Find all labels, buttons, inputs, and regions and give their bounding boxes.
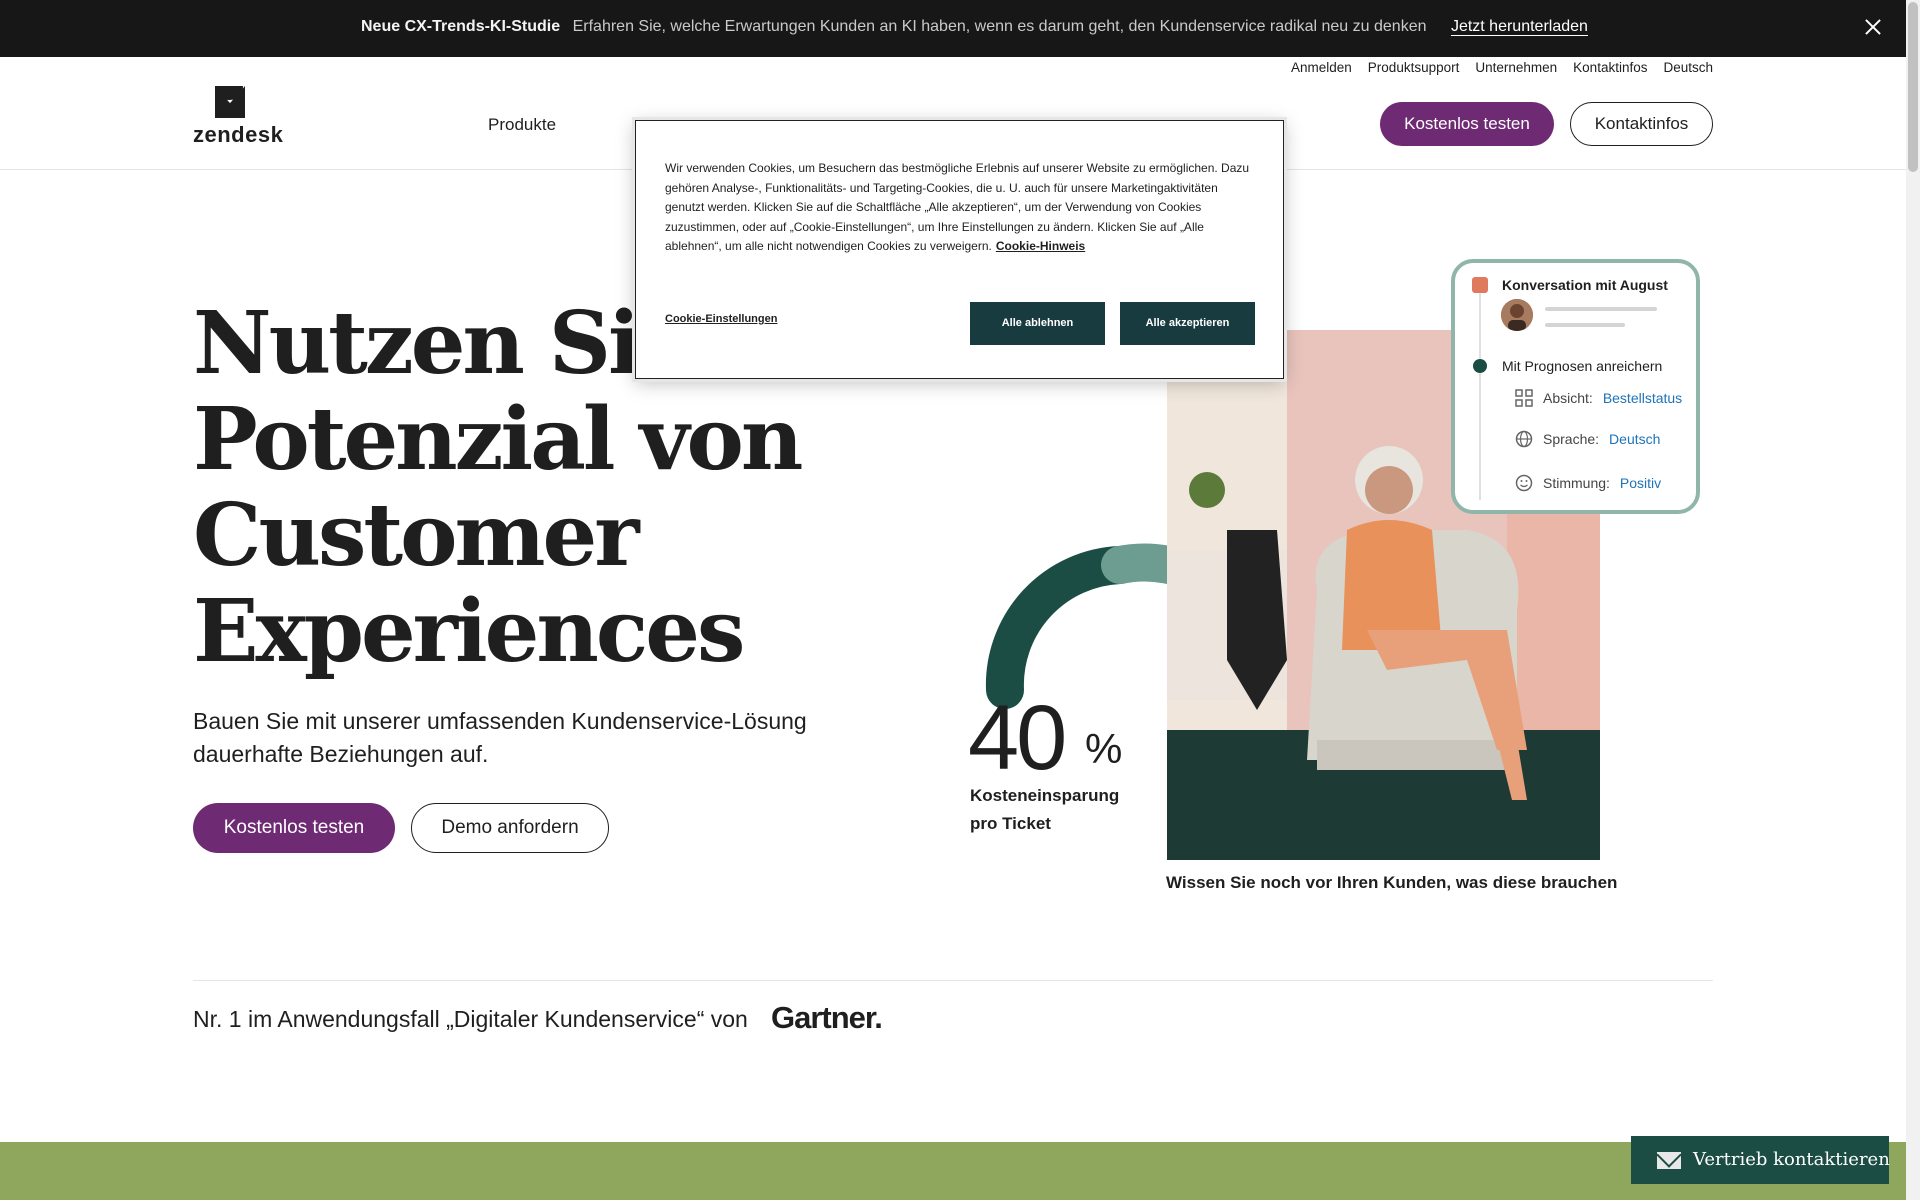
hero-subtitle: Bauen Sie mit unserer umfassenden Kunden…	[193, 708, 807, 767]
cookie-settings-button[interactable]: Cookie-Einstellungen	[665, 313, 777, 325]
header-contact-button[interactable]: Kontaktinfos	[1570, 102, 1713, 146]
scrollbar-thumb[interactable]	[1908, 2, 1918, 172]
announcement-banner: Neue CX-Trends-KI-Studie Erfahren Sie, w…	[0, 0, 1906, 57]
sentiment-row: Stimmung: Positiv	[1515, 474, 1661, 492]
gartner-statement: Nr. 1 im Anwendungsfall „Digitaler Kunde…	[193, 1006, 748, 1032]
zendesk-logo[interactable]: zendesk	[193, 85, 283, 147]
header-free-trial-button[interactable]: Kostenlos testen	[1380, 102, 1554, 146]
contact-sales-label: Vertrieb kontaktieren	[1693, 1149, 1890, 1170]
savings-number: 40	[968, 687, 1067, 789]
language-label: Sprache:	[1543, 431, 1600, 447]
banner-title: Neue CX-Trends-KI-Studie	[361, 18, 561, 35]
cookie-consent-dialog: Wir verwenden Cookies, um Besuchern das …	[635, 120, 1284, 379]
utility-nav: Anmelden Produktsupport Unternehmen Kont…	[1291, 60, 1713, 75]
enrich-label: Mit Prognosen anreichern	[1502, 358, 1663, 374]
conversation-card: Konversation mit August Mit Prognosen an…	[1451, 259, 1700, 514]
avatar	[1501, 299, 1533, 331]
utility-contact[interactable]: Kontaktinfos	[1573, 60, 1647, 75]
utility-language[interactable]: Deutsch	[1663, 60, 1713, 75]
request-demo-button[interactable]: Demo anfordern	[411, 803, 609, 853]
avatar-image	[1501, 299, 1533, 331]
hero-title-line: Experiences	[193, 581, 745, 682]
hero-title-line: Potenzial von	[193, 389, 803, 490]
intent-value: Bestellstatus	[1602, 390, 1683, 406]
conversation-title: Konversation mit August	[1502, 277, 1668, 293]
savings-unit: %	[1085, 725, 1123, 772]
logo-wordmark: zendesk	[193, 122, 284, 147]
nav-item-produkte[interactable]: Produkte	[488, 115, 556, 135]
zendesk-logo-mark	[215, 86, 245, 118]
page-scrollbar[interactable]	[1906, 0, 1920, 1200]
close-icon[interactable]	[1862, 16, 1884, 38]
photo-caption: Wissen Sie noch vor Ihren Kunden, was di…	[1166, 873, 1618, 892]
message-placeholder	[1545, 323, 1625, 327]
main-nav: Produkte	[488, 115, 556, 135]
accept-all-button[interactable]: Alle akzeptieren	[1120, 302, 1255, 345]
globe-icon	[1515, 430, 1533, 448]
cookie-notice-link[interactable]: Cookie-Hinweis	[996, 239, 1085, 253]
timeline-line	[1479, 285, 1481, 500]
conversation-marker-icon	[1472, 277, 1488, 293]
free-trial-button[interactable]: Kostenlos testen	[193, 803, 395, 853]
grid-icon	[1515, 389, 1533, 407]
language-row: Sprache: Deutsch	[1515, 430, 1660, 448]
mail-icon	[1657, 1152, 1681, 1169]
language-value: Deutsch	[1609, 431, 1661, 447]
enrich-dot-icon	[1473, 359, 1487, 373]
cookie-message-text: Wir verwenden Cookies, um Besuchern das …	[665, 161, 1250, 254]
savings-label: Kosteneinsparung pro Ticket	[970, 786, 1120, 833]
utility-signin[interactable]: Anmelden	[1291, 60, 1352, 75]
intent-label: Absicht:	[1543, 390, 1593, 406]
banner-text: Erfahren Sie, welche Erwartungen Kunden …	[572, 18, 1427, 35]
sentiment-value: Positiv	[1619, 475, 1662, 491]
banner-download-link[interactable]: Jetzt herunterladen	[1451, 18, 1588, 35]
next-section-band	[0, 1142, 1906, 1200]
utility-product-support[interactable]: Produktsupport	[1368, 60, 1460, 75]
contact-sales-button[interactable]: Vertrieb kontaktieren	[1631, 1136, 1890, 1184]
utility-company[interactable]: Unternehmen	[1475, 60, 1557, 75]
hero-title-line: Customer	[193, 485, 640, 586]
smiley-icon	[1515, 474, 1533, 492]
cookie-message: Wir verwenden Cookies, um Besuchern das …	[665, 159, 1255, 257]
section-divider	[193, 980, 1713, 981]
reject-all-button[interactable]: Alle ablehnen	[970, 302, 1105, 345]
message-placeholder	[1545, 307, 1657, 311]
intent-row: Absicht: Bestellstatus	[1515, 389, 1682, 407]
sentiment-label: Stimmung:	[1543, 475, 1610, 491]
gartner-logo: Gartner.	[771, 1000, 883, 1035]
banner-content: Neue CX-Trends-KI-Studie Erfahren Sie, w…	[361, 18, 1588, 36]
